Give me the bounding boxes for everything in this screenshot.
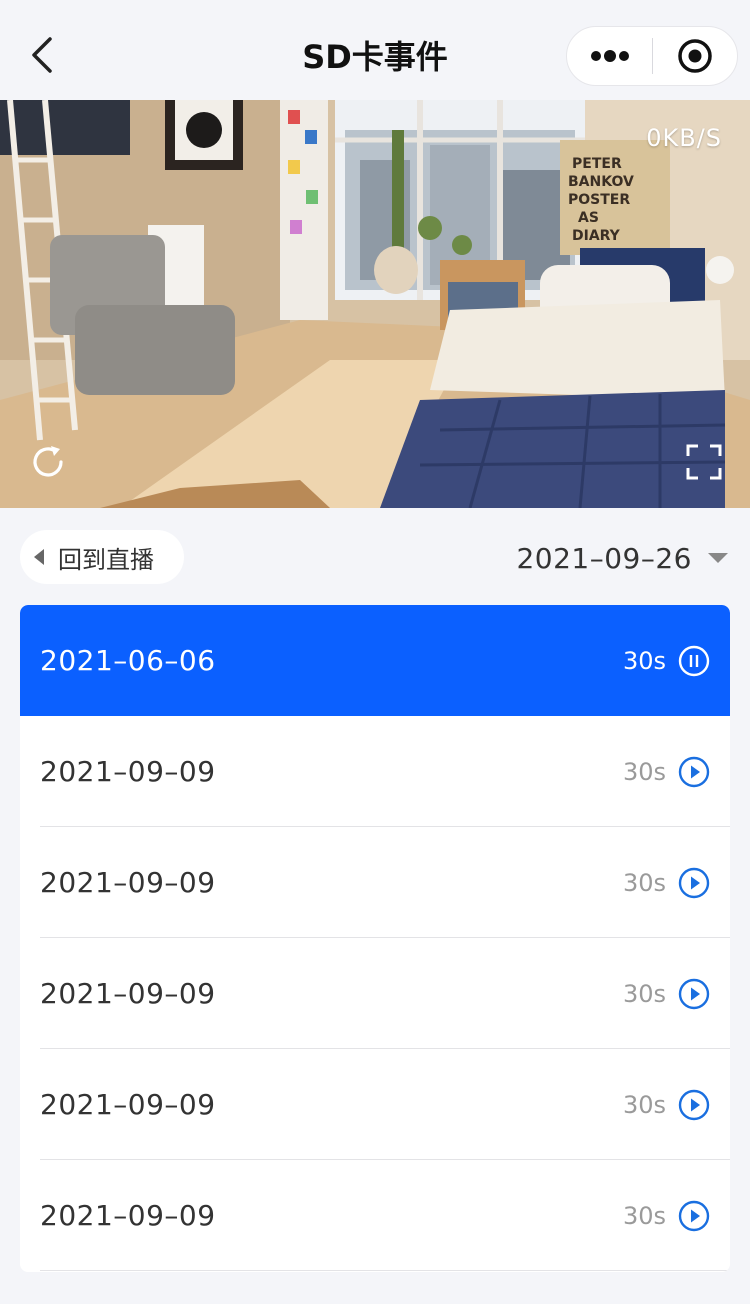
event-row[interactable]: 2021–09–09 30s — [20, 1049, 730, 1160]
pause-circle-icon[interactable] — [678, 645, 710, 677]
row-divider — [40, 1270, 730, 1271]
event-row[interactable]: 2021–09–09 30s — [20, 1160, 730, 1271]
poster-text-5: DIARY — [572, 228, 621, 244]
event-row[interactable]: 2021–06–06 30s — [20, 605, 730, 716]
event-row[interactable]: 2021–09–09 30s — [20, 938, 730, 1049]
event-duration: 30s — [622, 757, 666, 786]
poster-text-2: BANKOV — [568, 174, 634, 190]
event-date: 2021–09–09 — [40, 1199, 216, 1232]
play-circle-icon[interactable] — [678, 756, 710, 788]
room-scene-image: PETER BANKOV POSTER AS DIARY — [0, 100, 750, 508]
more-button[interactable] — [567, 26, 652, 86]
poster-text-3: POSTER — [568, 192, 630, 208]
event-date: 2021–06–06 — [40, 644, 216, 677]
date-picker[interactable]: 2021–09–26 — [516, 534, 728, 582]
play-circle-icon[interactable] — [678, 867, 710, 899]
refresh-icon — [33, 446, 63, 477]
event-duration: 30s — [622, 1201, 666, 1230]
event-date: 2021–09–09 — [40, 866, 216, 899]
nav-header: SD卡事件 — [0, 0, 750, 100]
play-circle-icon[interactable] — [678, 978, 710, 1010]
event-date: 2021–09–09 — [40, 755, 216, 788]
chevron-down-icon — [708, 553, 728, 563]
event-row[interactable]: 2021–09–09 30s — [20, 827, 730, 938]
event-row[interactable]: 2021–09–09 30s — [20, 716, 730, 827]
network-speed: 0KB/S — [646, 124, 722, 152]
event-duration: 30s — [622, 868, 666, 897]
event-duration: 30s — [622, 646, 666, 675]
close-button[interactable] — [653, 26, 737, 86]
event-duration: 30s — [622, 1090, 666, 1119]
mini-program-capsule — [566, 26, 738, 86]
target-close-icon — [678, 39, 712, 73]
selected-date: 2021–09–26 — [516, 541, 692, 575]
poster-text-1: PETER — [572, 156, 622, 172]
sd-event-list: 2021–06–06 30s 2021–09–09 30s 2021–09–09… — [20, 605, 730, 1272]
more-dots-icon — [590, 50, 629, 62]
refresh-button[interactable] — [28, 442, 68, 482]
play-circle-icon[interactable] — [678, 1200, 710, 1232]
camera-video-player[interactable]: PETER BANKOV POSTER AS DIARY 0KB/S — [0, 100, 750, 508]
caret-left-icon — [34, 549, 44, 565]
event-date: 2021–09–09 — [40, 1088, 216, 1121]
fullscreen-icon — [686, 444, 722, 480]
event-date: 2021–09–09 — [40, 977, 216, 1010]
poster-text-4: AS — [578, 210, 599, 226]
fullscreen-button[interactable] — [684, 442, 724, 482]
back-to-live-label: 回到直播 — [58, 545, 154, 574]
play-circle-icon[interactable] — [678, 1089, 710, 1121]
back-to-live-button[interactable]: 回到直播 — [20, 530, 184, 584]
event-duration: 30s — [622, 979, 666, 1008]
